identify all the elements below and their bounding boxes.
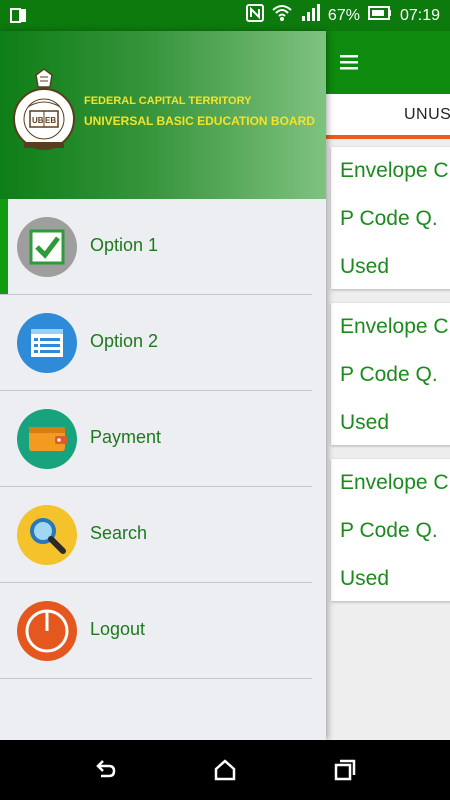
menu-item-payment[interactable]: Payment bbox=[0, 391, 312, 487]
header-line-1: FEDERAL CAPITAL TERRITORY bbox=[84, 95, 252, 107]
card-code: P Code Q. bbox=[340, 207, 438, 230]
menu-item-label: Option 1 bbox=[90, 235, 159, 255]
back-icon[interactable] bbox=[93, 758, 117, 782]
card-status: Used bbox=[340, 567, 390, 590]
drawer-menu: Option 1 Option 2 Payment Search Logout bbox=[0, 199, 312, 679]
tab-unused[interactable]: UNUS bbox=[404, 106, 450, 124]
card-status: Used bbox=[340, 411, 390, 434]
card-code: P Code Q. bbox=[340, 363, 438, 386]
hamburger-menu-icon[interactable] bbox=[338, 51, 360, 73]
menu-item-label: Option 2 bbox=[90, 331, 159, 351]
menu-item-label: Search bbox=[90, 523, 148, 543]
list-icon bbox=[17, 313, 77, 373]
drawer-header: UB EB FEDERAL CAPITAL TERRITORY UNIVERSA… bbox=[0, 31, 326, 199]
menu-item-logout[interactable]: Logout bbox=[0, 583, 312, 679]
battery-icon bbox=[367, 6, 392, 25]
menu-item-option-2[interactable]: Option 2 bbox=[0, 295, 312, 391]
navigation-drawer: UB EB FEDERAL CAPITAL TERRITORY UNIVERSA… bbox=[0, 31, 326, 740]
envelope-card[interactable]: Envelope C P Code Q. Used bbox=[331, 303, 450, 445]
menu-item-option-1[interactable]: Option 1 bbox=[0, 199, 312, 295]
header-line-2: UNIVERSAL BASIC EDUCATION BOARD bbox=[84, 114, 315, 128]
menu-item-label: Logout bbox=[90, 619, 146, 639]
home-icon[interactable] bbox=[213, 758, 237, 782]
navigation-bar bbox=[0, 740, 450, 800]
menu-item-search[interactable]: Search bbox=[0, 487, 312, 583]
active-indicator bbox=[0, 199, 8, 294]
power-icon bbox=[17, 601, 77, 661]
card-title: Envelope C bbox=[340, 471, 449, 494]
battery-percent: 67% bbox=[327, 6, 360, 24]
signal-icon bbox=[300, 4, 320, 27]
wifi-icon bbox=[272, 4, 292, 27]
recents-icon[interactable] bbox=[333, 758, 357, 782]
ubeb-logo: UB EB bbox=[10, 67, 78, 153]
nfc-icon bbox=[245, 4, 264, 27]
envelope-card[interactable]: Envelope C P Code Q. Used bbox=[331, 147, 450, 289]
card-title: Envelope C bbox=[340, 315, 449, 338]
svg-text:EB: EB bbox=[45, 116, 56, 125]
card-status: Used bbox=[340, 255, 390, 278]
card-title: Envelope C bbox=[340, 159, 449, 182]
sim-card-icon bbox=[10, 7, 28, 29]
card-code: P Code Q. bbox=[340, 519, 438, 542]
envelope-card[interactable]: Envelope C P Code Q. Used bbox=[331, 459, 450, 601]
clock: 07:19 bbox=[399, 6, 440, 24]
wallet-icon bbox=[17, 409, 77, 469]
magnifier-icon bbox=[17, 505, 77, 565]
status-bar: 67% 07:19 bbox=[0, 0, 450, 31]
checkbox-icon bbox=[17, 217, 77, 277]
svg-text:UB: UB bbox=[32, 116, 44, 125]
menu-item-label: Payment bbox=[90, 427, 162, 447]
